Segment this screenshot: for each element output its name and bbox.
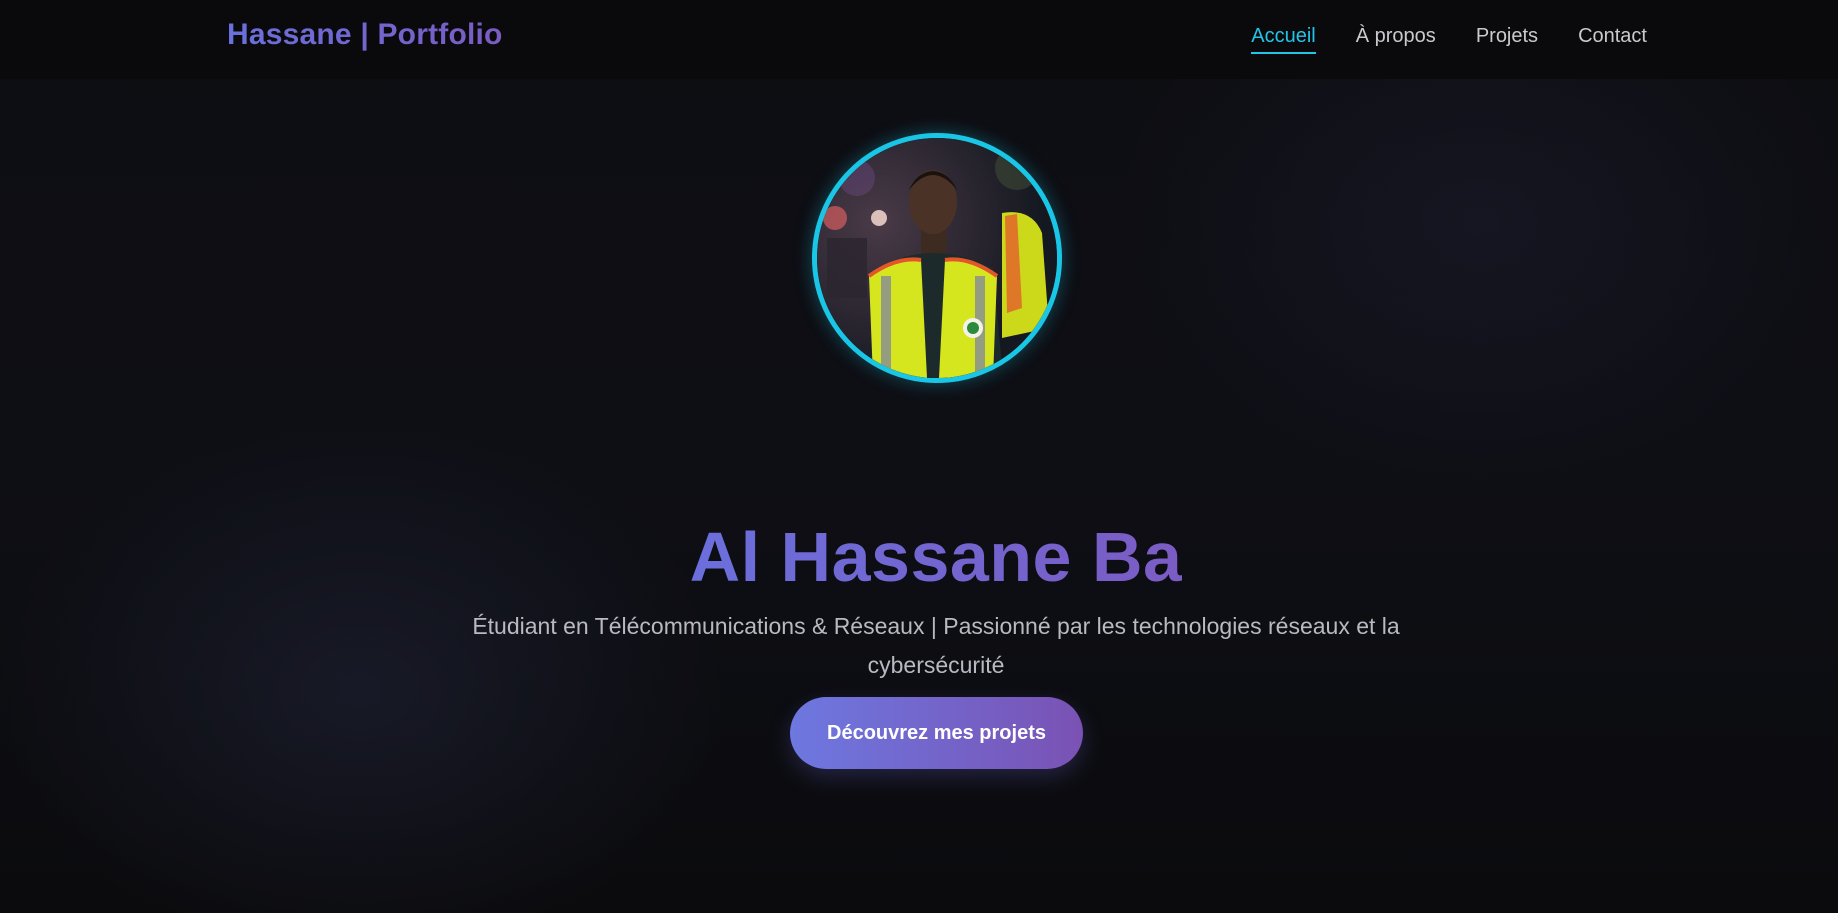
nav-link-contact[interactable]: Contact: [1578, 22, 1647, 50]
hero-title-text: Al Hassane Ba: [689, 517, 1183, 596]
brand-logo[interactable]: Hassane | Portfolio: [227, 17, 503, 53]
nav-link-a-propos[interactable]: À propos: [1356, 22, 1436, 50]
nav-links: Accueil À propos Projets Contact: [1251, 22, 1647, 54]
nav-link-accueil[interactable]: Accueil: [1251, 22, 1317, 54]
hero-title: Al Hassane Ba: [0, 515, 1838, 599]
portfolio-page: Hassane | Portfolio Accueil À propos Pro…: [0, 0, 1838, 913]
profile-avatar: [812, 133, 1062, 383]
discover-projects-button[interactable]: Découvrez mes projets: [790, 697, 1083, 769]
hero-subtitle: Étudiant en Télécommunications & Réseaux…: [472, 613, 1400, 678]
nav-link-projets[interactable]: Projets: [1476, 22, 1538, 50]
profile-photo-icon: [817, 138, 1057, 378]
top-navbar: Hassane | Portfolio Accueil À propos Pro…: [0, 0, 1838, 79]
